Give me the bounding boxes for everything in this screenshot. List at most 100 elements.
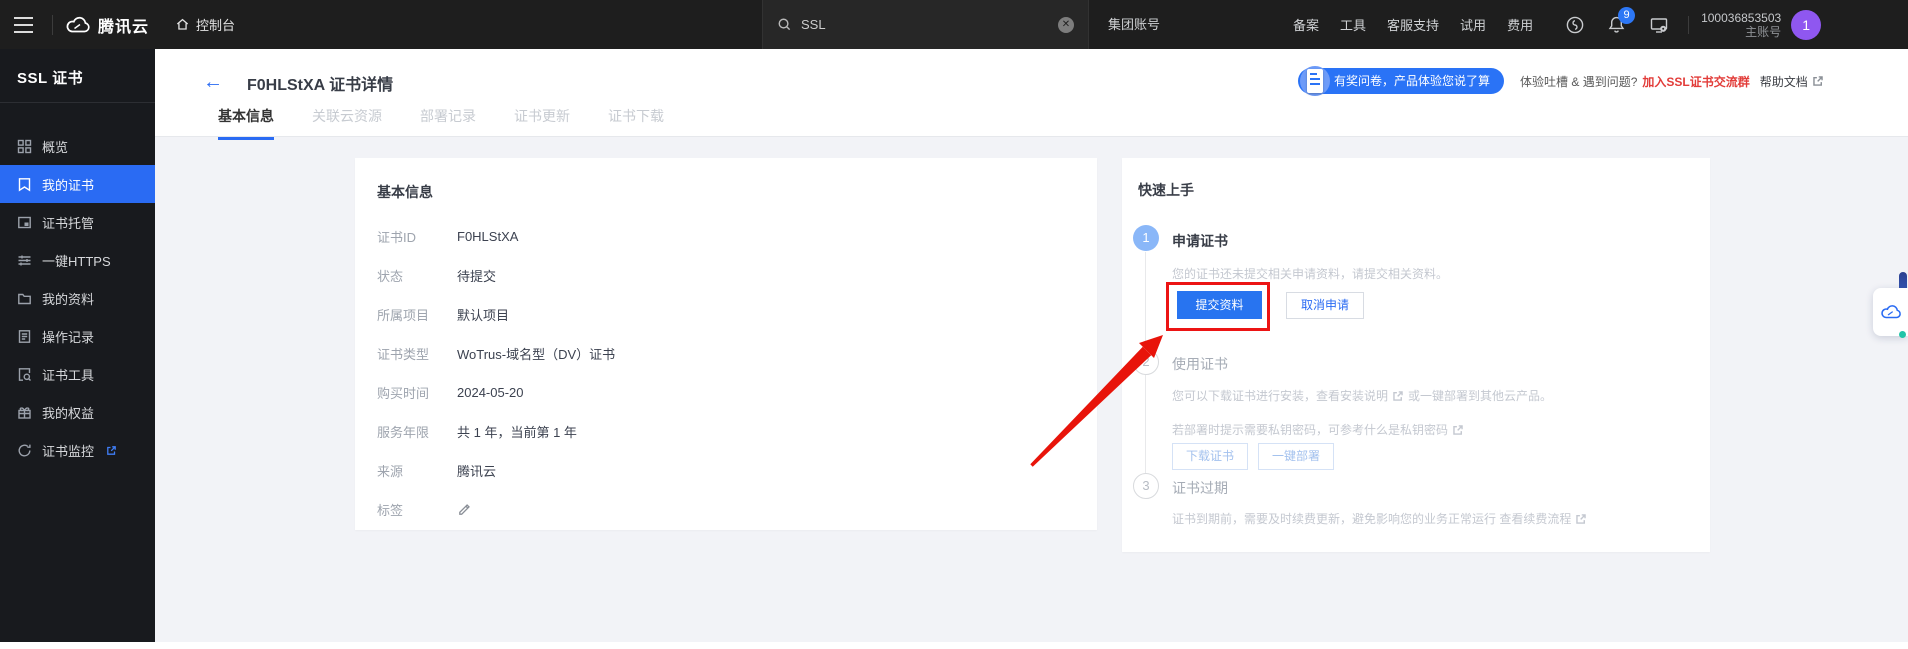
topbar-nav: 备案 工具 客服支持 试用 费用 9 100036853503 主账号 1 <box>1293 0 1833 49</box>
help-doc-label: 帮助文档 <box>1760 73 1808 90</box>
basic-info-rows: 证书ID F0HLStXA 状态 待提交 所属项目 默认项目 证书类型 WoTr… <box>377 229 1097 517</box>
notification-bell-icon[interactable]: 9 <box>1607 15 1627 35</box>
console-label: 控制台 <box>196 15 235 34</box>
info-row-source: 来源 腾讯云 <box>377 463 1097 478</box>
sidebar-item-operation-log[interactable]: 操作记录 <box>0 317 155 355</box>
brand-name: 腾讯云 <box>98 13 149 37</box>
step-2-desc-line1: 您可以下载证书进行安装，查看安装说明 或一键部署到其他云产品。 <box>1172 387 1552 404</box>
external-link-icon <box>1812 75 1824 87</box>
external-link-icon[interactable] <box>1452 424 1464 436</box>
step-connector <box>1145 375 1146 473</box>
grid-icon <box>17 139 32 154</box>
hosting-icon <box>17 215 32 230</box>
sidebar-item-one-click-https[interactable]: 一键HTTPS <box>0 241 155 279</box>
nav-billing[interactable]: 费用 <box>1507 15 1533 34</box>
external-link-icon <box>106 445 117 456</box>
info-row-cert-type: 证书类型 WoTrus-域名型（DV）证书 <box>377 346 1097 361</box>
tab-cert-renewal[interactable]: 证书更新 <box>514 106 570 140</box>
external-link-icon[interactable] <box>1575 513 1587 525</box>
edit-tags-pencil-icon[interactable] <box>457 502 472 517</box>
nav-icp-filing[interactable]: 备案 <box>1293 15 1319 34</box>
page-title: F0HLStXA 证书详情 <box>247 71 393 95</box>
nav-group-account[interactable]: 集团账号 <box>1108 0 1160 49</box>
info-row-tags: 标签 <box>377 502 1097 517</box>
step-2-desc-line2: 若部署时提示需要私钥密码，可参考什么是私钥密码 <box>1172 421 1464 438</box>
info-row-service-years: 服务年限 共 1 年，当前第 1 年 <box>377 424 1097 439</box>
help-doc-link[interactable]: 帮助文档 <box>1760 73 1824 90</box>
nav-trial[interactable]: 试用 <box>1460 15 1486 34</box>
sidebar-item-label: 我的资料 <box>42 289 94 308</box>
gift-icon <box>17 405 32 420</box>
one-click-deploy-button[interactable]: 一键部署 <box>1258 443 1334 470</box>
cloud-logo-icon <box>65 15 91 35</box>
sidebar-item-my-materials[interactable]: 我的资料 <box>0 279 155 317</box>
monitor-refresh-icon <box>17 443 32 458</box>
sidebar-item-label: 证书工具 <box>42 365 94 384</box>
step-2-title: 使用证书 <box>1172 354 1228 374</box>
workorder-icon[interactable] <box>1565 15 1585 35</box>
topbar: 腾讯云 控制台 SSL ✕ 集团账号 备案 工具 客服支持 试用 费用 9 10… <box>0 0 1908 49</box>
step-2-buttons: 下载证书 一键部署 <box>1172 443 1334 470</box>
assistant-widget[interactable] <box>1873 288 1908 336</box>
search-input-value[interactable]: SSL <box>801 17 1058 32</box>
avatar[interactable]: 1 <box>1791 10 1821 40</box>
console-link[interactable]: 控制台 <box>175 15 235 34</box>
sidebar-title: SSL 证书 <box>0 57 155 101</box>
back-button[interactable]: ← <box>203 69 223 95</box>
external-link-icon[interactable] <box>1392 390 1404 402</box>
survey-banner-text: 有奖问卷，产品体验您说了算 <box>1334 74 1490 88</box>
document-search-icon <box>17 367 32 382</box>
quick-start-card: 快速上手 1 申请证书 您的证书还未提交相关申请资料，请提交相关资料。 提交资料… <box>1122 158 1710 552</box>
account-role: 主账号 <box>1701 25 1781 39</box>
status-dot <box>1899 331 1906 338</box>
tab-cert-download[interactable]: 证书下载 <box>608 106 664 140</box>
step-1-circle: 1 <box>1133 225 1159 251</box>
sidebar-item-label: 我的证书 <box>42 175 94 194</box>
hamburger-menu-icon[interactable] <box>0 0 46 49</box>
sidebar-item-label: 概览 <box>42 137 68 156</box>
notification-count-badge: 9 <box>1618 7 1635 24</box>
sliders-icon <box>17 253 32 268</box>
sidebar-item-cert-tools[interactable]: 证书工具 <box>0 355 155 393</box>
tab-associated-resources[interactable]: 关联云资源 <box>312 106 382 140</box>
info-row-purchase-time: 购买时间 2024-05-20 <box>377 385 1097 400</box>
nav-support[interactable]: 客服支持 <box>1387 15 1439 34</box>
info-row-cert-id: 证书ID F0HLStXA <box>377 229 1097 244</box>
topbar-divider <box>1688 16 1689 34</box>
sidebar-menu: 概览 我的证书 证书托管 一键HTTPS 我的资料 操作记录 证书工具 我的权 <box>0 127 155 469</box>
clear-search-icon[interactable]: ✕ <box>1058 17 1074 33</box>
home-icon <box>175 17 190 32</box>
step-3-desc: 证书到期前，需要及时续费更新，避免影响您的业务正常运行 查看续费流程 <box>1172 510 1587 527</box>
search-box[interactable]: SSL ✕ <box>762 0 1089 49</box>
cancel-application-button[interactable]: 取消申请 <box>1286 292 1364 319</box>
download-cert-button[interactable]: 下载证书 <box>1172 443 1248 470</box>
sidebar-item-my-certificates[interactable]: 我的证书 <box>0 165 155 203</box>
sidebar: SSL 证书 概览 我的证书 证书托管 一键HTTPS 我的资料 操作记录 <box>0 0 155 642</box>
tab-bar: 基本信息 关联云资源 部署记录 证书更新 证书下载 <box>218 106 664 140</box>
tencent-cloud-logo[interactable]: 腾讯云 <box>65 13 149 37</box>
sidebar-divider <box>0 102 155 103</box>
survey-banner[interactable]: 有奖问卷，产品体验您说了算 <box>1298 68 1504 94</box>
nav-tools[interactable]: 工具 <box>1340 15 1366 34</box>
assistant-cloud-icon <box>1880 303 1902 321</box>
join-group-link[interactable]: 加入SSL证书交流群 <box>1642 73 1749 90</box>
search-icon <box>777 17 792 32</box>
sidebar-item-label: 一键HTTPS <box>42 251 111 270</box>
sidebar-item-label: 证书托管 <box>42 213 94 232</box>
sidebar-item-my-benefits[interactable]: 我的权益 <box>0 393 155 431</box>
highlight-red-box <box>1166 282 1270 331</box>
sidebar-item-cert-monitor[interactable]: 证书监控 <box>0 431 155 469</box>
step-2-circle: 2 <box>1133 349 1159 375</box>
header-right: 有奖问卷，产品体验您说了算 体验吐槽 & 遇到问题? 加入SSL证书交流群 帮助… <box>1298 68 1824 94</box>
account-info[interactable]: 100036853503 主账号 <box>1701 11 1781 39</box>
tab-deploy-records[interactable]: 部署记录 <box>420 106 476 140</box>
tab-basic-info[interactable]: 基本信息 <box>218 106 274 140</box>
info-row-status: 状态 待提交 <box>377 268 1097 283</box>
basic-info-card: 基本信息 证书ID F0HLStXA 状态 待提交 所属项目 默认项目 证书类型… <box>355 158 1097 530</box>
step-connector <box>1145 252 1146 349</box>
sidebar-item-cert-hosting[interactable]: 证书托管 <box>0 203 155 241</box>
feedback-text: 体验吐槽 & 遇到问题? <box>1520 73 1637 90</box>
sidebar-item-overview[interactable]: 概览 <box>0 127 155 165</box>
console-settings-icon[interactable] <box>1649 15 1669 35</box>
step-3-title: 证书过期 <box>1172 478 1228 498</box>
